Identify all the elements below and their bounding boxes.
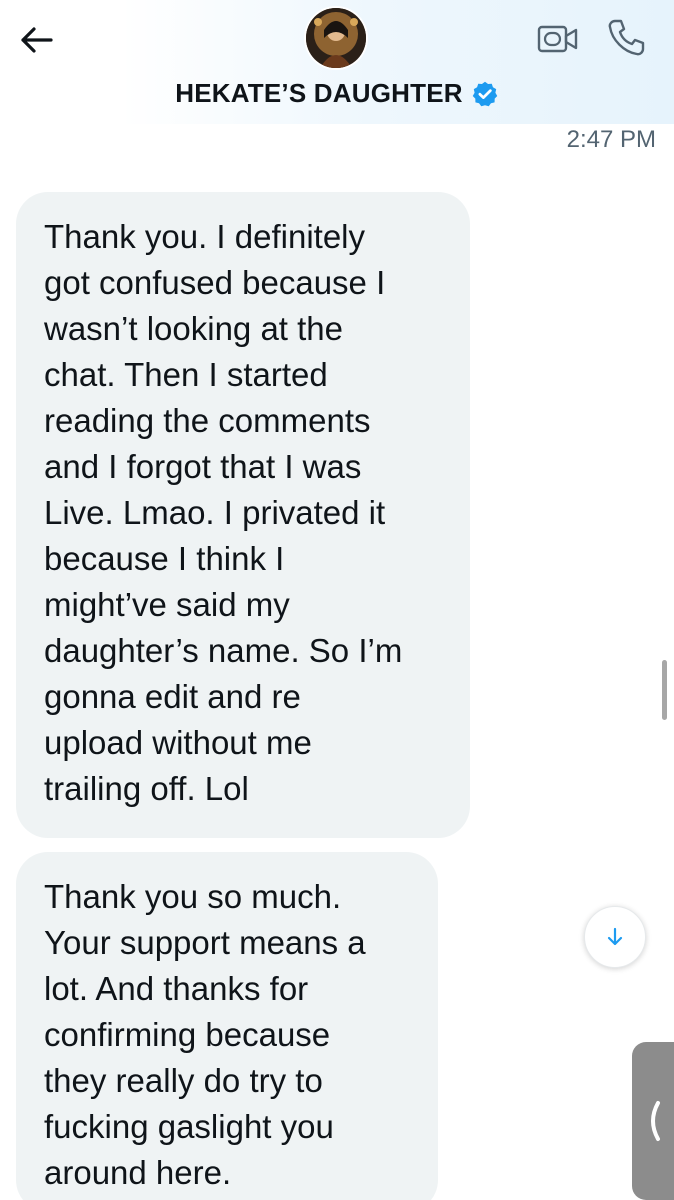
message-bubble[interactable]: Thank you so much. Your support means a … (16, 852, 438, 1200)
phone-call-button[interactable] (604, 16, 648, 60)
contact-name: HEKATE’S DAUGHTER (175, 78, 463, 108)
message-timestamp: 2:47 PM (566, 126, 656, 153)
conversation-header: HEKATE’S DAUGHTER (0, 0, 674, 124)
back-arrow-icon (21, 27, 53, 53)
video-call-button[interactable] (536, 20, 580, 58)
contact-avatar[interactable] (306, 8, 366, 68)
scroll-to-bottom-button[interactable] (584, 906, 646, 968)
arrow-down-icon (607, 927, 623, 946)
scrollbar-thumb[interactable] (662, 660, 667, 720)
avatar-image (306, 8, 366, 68)
video-call-icon (537, 25, 578, 53)
dm-conversation-screen: HEKATE’S DAUGHTER 2:47 PM Thank you. I d… (0, 0, 674, 1200)
chevron-left-icon (651, 1101, 660, 1141)
side-panel-handle[interactable] (632, 1042, 674, 1200)
message-bubble[interactable]: Thank you. I definitely got confused bec… (16, 192, 470, 838)
contact-name-row[interactable]: HEKATE’S DAUGHTER (0, 78, 674, 109)
phone-call-icon (608, 19, 645, 56)
verified-badge-icon (472, 81, 497, 106)
back-button[interactable] (16, 20, 56, 60)
